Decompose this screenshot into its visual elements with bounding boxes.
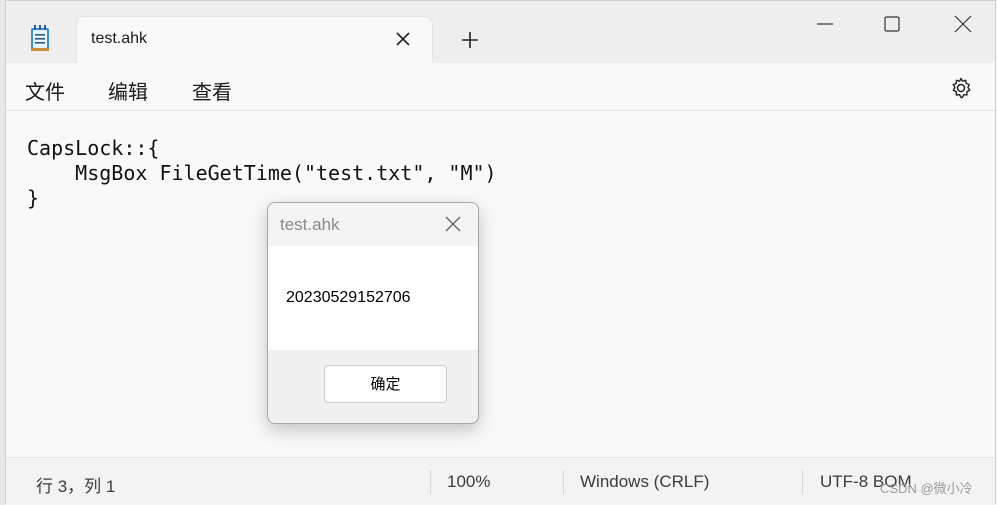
close-icon[interactable]	[444, 215, 462, 233]
divider	[563, 470, 564, 494]
status-bar: 行 3，列 1 100% Windows (CRLF) UTF-8 BOM	[6, 457, 995, 505]
notepad-window: test.ahk 文件 编辑 查看 CapsLock::{MsgBox Fil…	[5, 0, 996, 505]
text-editor[interactable]: CapsLock::{ MsgBox FileGetTime("test.txt…	[6, 111, 995, 457]
message-text: 20230529152706	[286, 289, 411, 306]
plus-icon[interactable]	[459, 29, 481, 51]
cursor-position: 行 3，列 1	[36, 477, 116, 496]
message-box-title-bar: test.ahk	[268, 203, 478, 246]
close-icon[interactable]	[393, 29, 413, 49]
menu-bar: 文件 编辑 查看	[6, 63, 995, 111]
code-line: }	[27, 186, 40, 210]
code-line: MsgBox FileGetTime("test.txt", "M")	[27, 161, 497, 185]
message-box-title: test.ahk	[280, 215, 340, 234]
minimize-icon[interactable]	[805, 11, 845, 37]
menu-view[interactable]: 查看	[192, 76, 232, 105]
watermark: CSDN @微小冷	[880, 481, 973, 496]
menu-edit[interactable]: 编辑	[108, 76, 148, 105]
notepad-icon	[30, 25, 50, 51]
menu-file[interactable]: 文件	[25, 76, 65, 105]
ok-button[interactable]: 确定	[324, 365, 447, 403]
gear-icon[interactable]	[949, 76, 973, 100]
close-icon[interactable]	[943, 11, 983, 37]
tab-test-ahk[interactable]: test.ahk	[76, 16, 433, 63]
title-bar: test.ahk	[6, 1, 995, 63]
message-box: test.ahk 20230529152706 确定	[267, 202, 479, 424]
message-box-body: 20230529152706	[268, 246, 478, 350]
tab-title: test.ahk	[91, 30, 148, 47]
divider	[802, 470, 803, 494]
maximize-icon[interactable]	[872, 11, 912, 37]
editor-content[interactable]: CapsLock::{ MsgBox FileGetTime("test.txt…	[27, 136, 497, 211]
code-line: CapsLock::{	[27, 136, 160, 160]
line-ending: Windows (CRLF)	[580, 472, 710, 491]
divider	[430, 470, 431, 494]
zoom-level: 100%	[447, 472, 491, 491]
